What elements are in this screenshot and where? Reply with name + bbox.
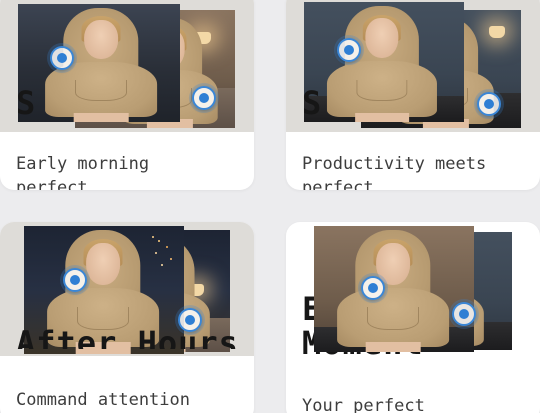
product-image-stack — [0, 0, 254, 132]
product-card-1[interactable]: S Early morning perfect — [0, 0, 254, 190]
product-hotspot-target-dot-icon[interactable] — [192, 86, 216, 110]
card-description: Early morning perfect — [16, 154, 150, 190]
product-hotspot-target-dot-icon[interactable] — [452, 302, 476, 326]
card-title: S — [302, 84, 323, 122]
product-hotspot-target-dot-icon[interactable] — [63, 268, 87, 292]
product-card-3[interactable]: After Hours Command attention — [0, 222, 254, 413]
lifestyle-photo-front — [304, 2, 464, 122]
product-hotspot-target-dot-icon[interactable] — [50, 46, 74, 70]
card-description: Productivity meets perfect — [302, 154, 487, 190]
product-hotspot-target-dot-icon[interactable] — [337, 38, 361, 62]
product-card-4[interactable]: E Moment Your perfect — [286, 222, 540, 413]
lifestyle-photo-front — [18, 4, 180, 122]
card-title: S — [16, 84, 37, 122]
card-description: Command attention — [16, 390, 190, 410]
product-image-stack — [286, 0, 540, 132]
product-hotspot-target-dot-icon[interactable] — [477, 92, 501, 116]
lifestyle-photo-front — [314, 226, 474, 352]
product-hotspot-target-dot-icon[interactable] — [361, 276, 385, 300]
card-description: Your perfect — [302, 396, 425, 413]
product-card-2[interactable]: S Productivity meets perfect — [286, 0, 540, 190]
